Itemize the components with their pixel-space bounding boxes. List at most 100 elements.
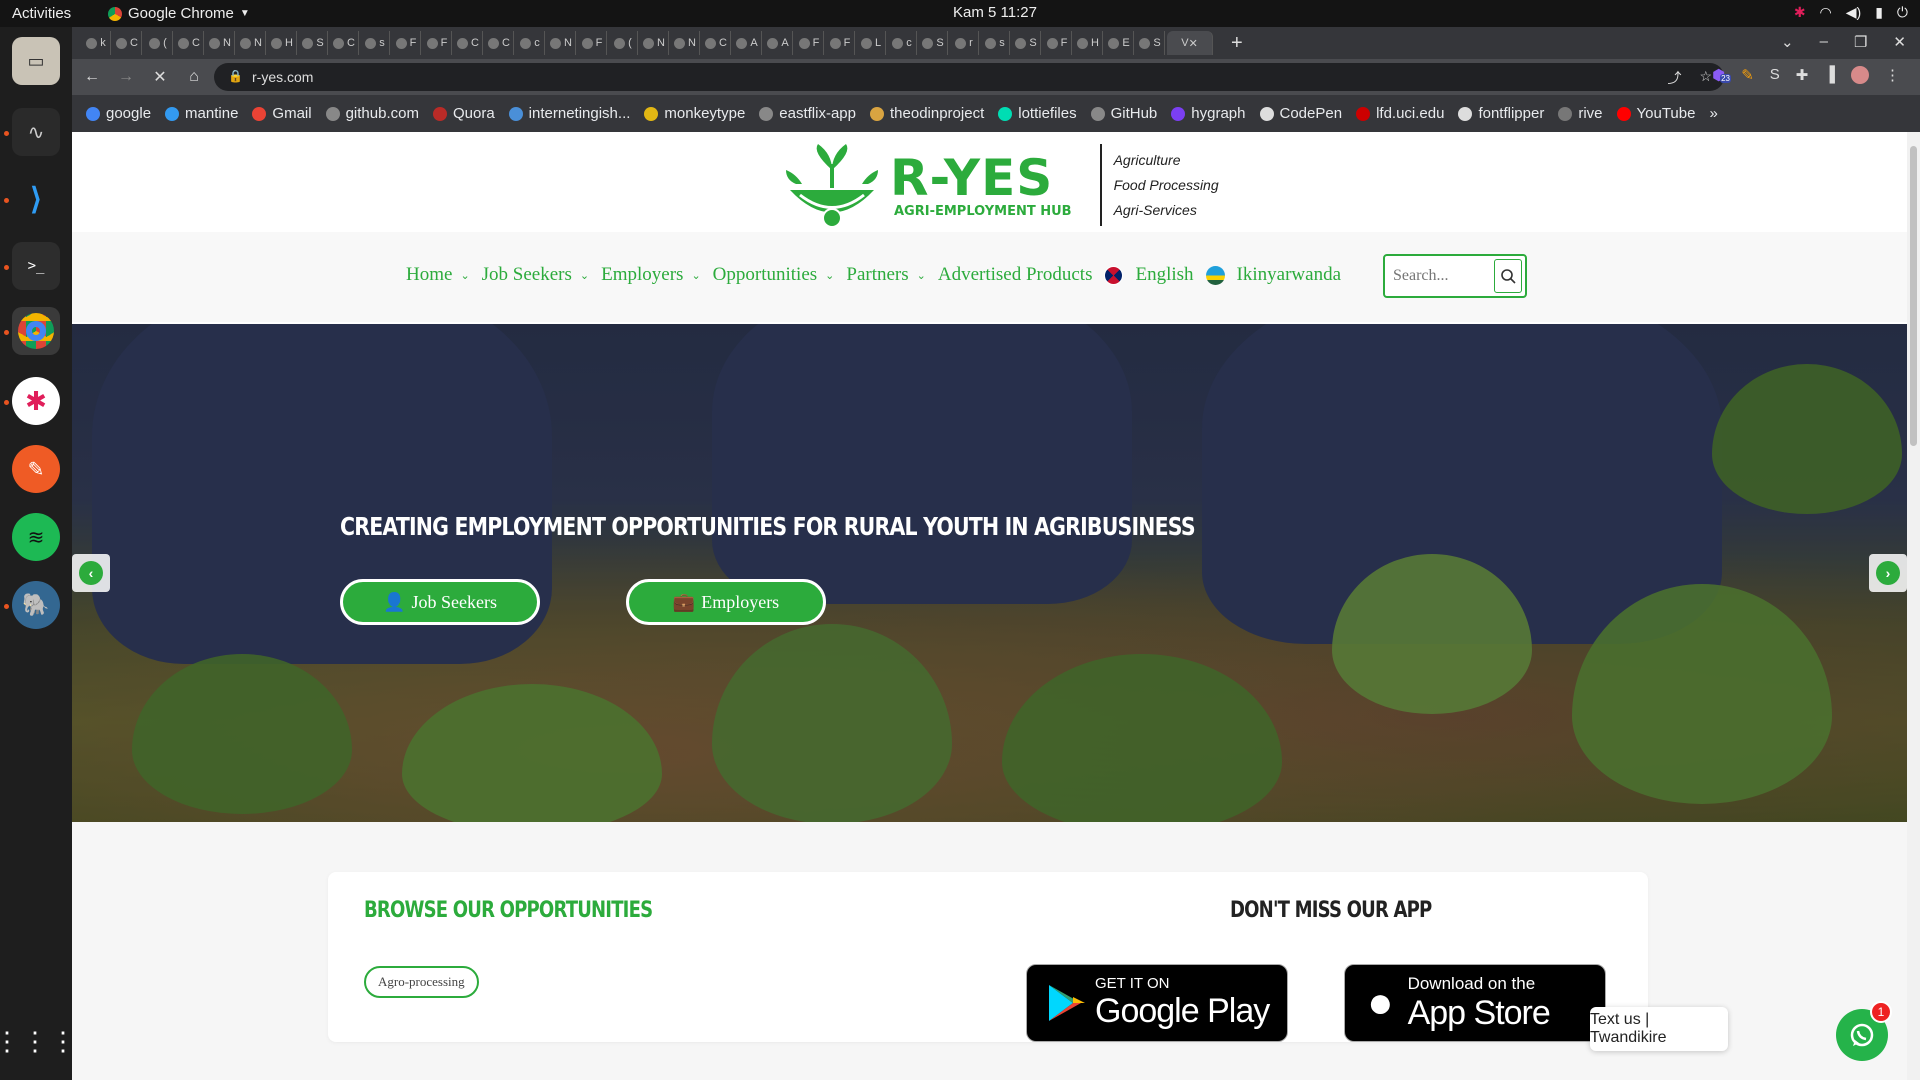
browser-tab[interactable]: (	[609, 31, 638, 55]
whatsapp-button[interactable]: 1	[1836, 1001, 1892, 1061]
active-tab[interactable]: V ✕	[1167, 31, 1213, 55]
lock-icon[interactable]: 🔒	[228, 69, 243, 83]
search-input[interactable]	[1393, 264, 1493, 288]
stop-loading-icon[interactable]: ✕	[146, 67, 174, 87]
slider-next-button[interactable]: ›	[1869, 554, 1907, 592]
browser-tab[interactable]: A	[733, 31, 762, 55]
show-apps-icon[interactable]: ⋮⋮⋮	[0, 1017, 76, 1065]
nav-item-english[interactable]: English	[1104, 264, 1194, 286]
close-tab-icon[interactable]: ✕	[1189, 37, 1198, 50]
browser-tab[interactable]: k	[82, 31, 111, 55]
bookmark-item[interactable]: Gmail	[252, 105, 312, 122]
browser-tab[interactable]: C	[485, 31, 514, 55]
browser-tab[interactable]: F	[795, 31, 824, 55]
home-icon[interactable]: ⌂	[180, 68, 208, 86]
bookmark-item[interactable]: CodePen	[1259, 105, 1342, 122]
forward-icon[interactable]: →	[112, 68, 140, 86]
browser-tab[interactable]: N	[206, 31, 235, 55]
slack-icon[interactable]: ✱	[12, 377, 60, 425]
system-monitor-icon[interactable]: ∿	[12, 108, 60, 156]
bookmarks-overflow-icon[interactable]: »	[1709, 105, 1717, 122]
nav-item-opportunities[interactable]: Opportunities ⌄	[713, 264, 835, 286]
bookmark-item[interactable]: github.com	[325, 105, 419, 122]
puzzle-icon[interactable]: ✚	[1796, 66, 1809, 84]
browser-tab[interactable]: N	[547, 31, 576, 55]
browser-tab[interactable]: H	[268, 31, 297, 55]
share-icon[interactable]: ⤴	[1667, 68, 1681, 88]
chat-label[interactable]: Text us | Twandikire	[1590, 1007, 1728, 1051]
browser-tab[interactable]: H	[1074, 31, 1103, 55]
bookmark-item[interactable]: rive	[1558, 105, 1603, 122]
browser-tab[interactable]: s	[361, 31, 390, 55]
scrollbar-thumb[interactable]	[1910, 146, 1917, 446]
employers-button[interactable]: 💼 Employers	[626, 579, 826, 625]
clock[interactable]: Kam 5 11:27	[953, 4, 1037, 21]
bookmark-item[interactable]: hygraph	[1171, 105, 1246, 122]
browser-tab[interactable]: F	[392, 31, 421, 55]
terminal-icon[interactable]: >_	[12, 242, 60, 290]
close-window-icon[interactable]: ✕	[1893, 33, 1906, 51]
postgresql-icon[interactable]: 🐘	[12, 581, 60, 629]
page-scrollbar[interactable]	[1907, 132, 1920, 1080]
new-tab-icon[interactable]: +	[1231, 32, 1243, 55]
bookmark-item[interactable]: mantine	[165, 105, 238, 122]
browser-tab[interactable]: F	[423, 31, 452, 55]
site-logo[interactable]: R-YES AGRI-EMPLOYMENT HUB Agriculture Fo…	[782, 140, 1219, 230]
browser-tab[interactable]: L	[857, 31, 886, 55]
side-panel-icon[interactable]: ▐	[1824, 66, 1835, 84]
browser-tab[interactable]: s	[981, 31, 1010, 55]
browser-tab[interactable]: C	[175, 31, 204, 55]
search-button[interactable]	[1494, 259, 1522, 293]
browser-tab[interactable]: S	[919, 31, 948, 55]
minimize-icon[interactable]: –	[1820, 33, 1828, 51]
browser-tab[interactable]: N	[640, 31, 669, 55]
bookmark-item[interactable]: fontflipper	[1458, 105, 1544, 122]
maximize-icon[interactable]: ❐	[1854, 33, 1867, 51]
vscode-icon[interactable]: ⟩	[12, 175, 60, 223]
bookmark-item[interactable]: theodinproject	[870, 105, 984, 122]
browser-tab[interactable]: c	[516, 31, 545, 55]
job-seekers-button[interactable]: 👤 Job Seekers	[340, 579, 540, 625]
bookmark-item[interactable]: google	[86, 105, 151, 122]
system-tray[interactable]: ✱ ◠ ◀) ▮ ⏻	[1794, 4, 1908, 21]
tab-search-icon[interactable]: ⌄	[1781, 33, 1794, 51]
s-extension-icon[interactable]: S	[1770, 66, 1780, 84]
nav-item-advertised-products[interactable]: Advertised Products	[938, 264, 1093, 286]
bookmark-item[interactable]: eastflix-app	[759, 105, 856, 122]
browser-tab[interactable]: C	[702, 31, 731, 55]
spotify-icon[interactable]: ≋	[12, 513, 60, 561]
browser-tab[interactable]: S	[1136, 31, 1165, 55]
extension-badge-icon[interactable]: ⬢ 23	[1712, 66, 1731, 84]
browser-tab[interactable]: N	[671, 31, 700, 55]
bookmark-item[interactable]: GitHub	[1090, 105, 1157, 122]
bookmark-star-icon[interactable]: ☆	[1699, 68, 1712, 88]
nav-item-kinyarwanda[interactable]: Ikinyarwanda	[1205, 264, 1341, 286]
browser-tab[interactable]: C	[330, 31, 359, 55]
browser-tab[interactable]: c	[888, 31, 917, 55]
nav-item-job-seekers[interactable]: Job Seekers ⌄	[482, 264, 589, 286]
kebab-menu-icon[interactable]: ⋮	[1885, 66, 1900, 84]
app-store-button[interactable]: ● Download on the App Store	[1344, 964, 1606, 1042]
address-bar[interactable]: 🔒 r-yes.com ⤴ ☆	[214, 63, 1724, 91]
browser-tab[interactable]: r	[950, 31, 979, 55]
browser-tab[interactable]: C	[113, 31, 142, 55]
browser-tab[interactable]: S	[1012, 31, 1041, 55]
bookmark-item[interactable]: monkeytype	[644, 105, 745, 122]
browser-tab[interactable]: S	[299, 31, 328, 55]
pen-extension-icon[interactable]: ✎	[1741, 66, 1754, 84]
browser-tab[interactable]: F	[1043, 31, 1072, 55]
browser-tab[interactable]: A	[764, 31, 793, 55]
browser-tab[interactable]: C	[454, 31, 483, 55]
back-icon[interactable]: ←	[78, 68, 106, 86]
google-play-button[interactable]: GET IT ON Google Play	[1026, 964, 1288, 1042]
files-icon[interactable]: ▭	[12, 37, 60, 85]
chrome-dock-icon[interactable]	[12, 307, 60, 355]
bookmark-item[interactable]: lottiefiles	[998, 105, 1077, 122]
bookmark-item[interactable]: internetingish...	[508, 105, 630, 122]
activities-button[interactable]: Activities	[12, 5, 71, 22]
browser-tab[interactable]: F	[578, 31, 607, 55]
browser-tab[interactable]: (	[144, 31, 173, 55]
profile-avatar[interactable]	[1851, 66, 1869, 84]
nav-item-employers[interactable]: Employers ⌄	[601, 264, 701, 286]
app-menu[interactable]: Google Chrome ▼	[108, 5, 250, 22]
